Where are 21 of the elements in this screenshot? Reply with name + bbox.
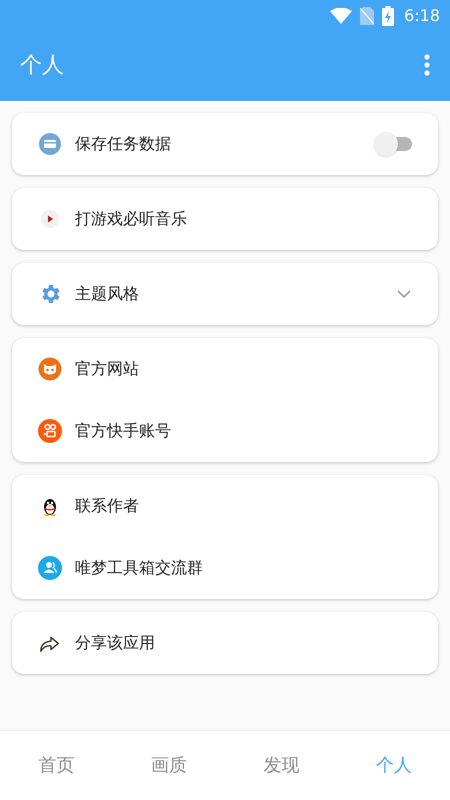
play-icon xyxy=(38,207,62,231)
menu-item-label[interactable]: 主题风格 xyxy=(75,282,396,306)
menu-item-label[interactable]: 官方网站 xyxy=(75,357,412,381)
no-sim-icon xyxy=(360,7,374,25)
menu-item-label[interactable]: 联系作者 xyxy=(75,494,412,518)
cat-face-icon xyxy=(38,357,62,381)
menu-item-label[interactable]: 唯梦工具箱交流群 xyxy=(75,556,412,580)
chevron-icon[interactable] xyxy=(396,289,412,299)
card-icon xyxy=(38,132,62,156)
group-icon xyxy=(38,556,62,580)
menu-item-label[interactable]: 分享该应用 xyxy=(75,631,412,655)
battery-charging-icon xyxy=(382,6,394,26)
menu-item-label[interactable]: 打游戏必听音乐 xyxy=(75,207,412,231)
camera-icon xyxy=(38,419,62,443)
toggle-switch[interactable] xyxy=(374,132,412,156)
more-options-icon[interactable] xyxy=(424,54,430,76)
status-time: 6:18 xyxy=(404,5,440,27)
menu-item-label[interactable]: 保存任务数据 xyxy=(75,132,374,156)
menu-item-label[interactable]: 官方快手账号 xyxy=(75,419,412,443)
wifi-icon xyxy=(330,8,352,24)
page-title: 个人 xyxy=(20,52,65,80)
